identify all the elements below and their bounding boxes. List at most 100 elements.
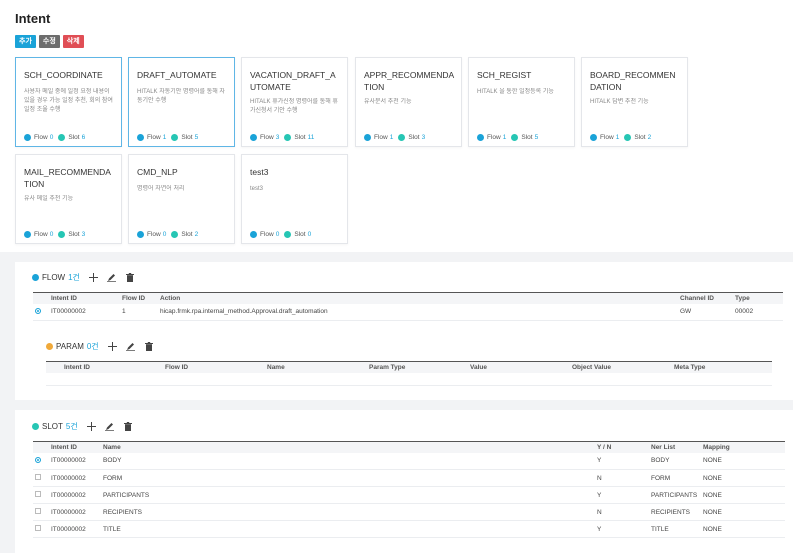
trash-icon[interactable] [144, 342, 154, 352]
flow-icon [32, 274, 39, 281]
edit-icon[interactable] [107, 273, 117, 283]
checkbox-icon[interactable] [35, 525, 41, 531]
edit-icon[interactable] [105, 422, 115, 432]
table-row[interactable]: IT00000002 RECIPIENTS N RECIPIENTS NONE [33, 503, 785, 521]
row-select[interactable] [33, 486, 49, 504]
radio-selected-icon[interactable] [35, 307, 41, 314]
card-footer: Flow 0 Slot 0 [250, 231, 316, 238]
slot-count: 5건 [65, 422, 78, 431]
intent-id-cell: IT00000002 [49, 486, 101, 504]
card-title: BOARD_RECOMMENDATION [590, 70, 676, 92]
intent-card[interactable]: SCH_REGIST HITALK 을 통한 일정등록 기능 Flow 1 Slo… [468, 57, 575, 147]
trash-icon[interactable] [125, 273, 135, 283]
add-icon[interactable] [108, 342, 118, 352]
table-row[interactable]: IT00000002 TITLE Y TITLE NONE [33, 520, 785, 538]
checkbox-icon[interactable] [35, 508, 41, 514]
card-title: APPR_RECOMMENDATION [364, 70, 455, 92]
edit-button[interactable]: 수정 [38, 35, 60, 48]
row-select[interactable] [33, 503, 49, 521]
add-button[interactable]: 추가 [15, 35, 36, 48]
ner-list-cell: RECIPIENTS [649, 503, 701, 521]
slot-count: 5 [534, 134, 539, 141]
card-description: HITALK 휴가신청 명령어를 통해 휴가신청서 기안 수행 [250, 99, 338, 114]
mapping-cell: NONE [701, 520, 785, 538]
card-description: HITALK 답변 추천 기능 [590, 99, 649, 105]
param-table: Intent ID Flow ID Name Param Type Value … [46, 361, 772, 386]
empty-cell [46, 372, 772, 386]
column-header: Object Value [570, 361, 672, 373]
action-buttons: 추가 수정 삭제 [15, 35, 84, 48]
card-description: 유사문서 추천 기능 [364, 99, 412, 105]
intent-id-cell: IT00000002 [49, 452, 101, 470]
column-header: Ner List [649, 441, 701, 453]
intent-card[interactable]: APPR_RECOMMENDATION 유사문서 추천 기능 Flow 1 Slo… [355, 57, 462, 147]
intent-card[interactable]: VACATION_DRAFT_AUTOMATE HITALK 휴가신청 명령어를… [241, 57, 348, 147]
intent-card[interactable]: DRAFT_AUTOMATE HITALK 자동기안 명령어를 통해 자동기안 … [128, 57, 235, 147]
param-count: 0건 [86, 342, 99, 351]
delete-button[interactable]: 삭제 [62, 35, 84, 48]
intent-card[interactable]: MAIL_RECOMMENDATION 유사 메일 추천 기능 Flow 0 Sl… [15, 154, 122, 244]
row-select[interactable] [33, 303, 49, 321]
flow-panel: FLOW 1건 Intent ID Flow ID Action Channel… [15, 262, 793, 400]
slot-count: 2 [647, 134, 652, 141]
flow-icon [24, 134, 31, 141]
row-select[interactable] [33, 520, 49, 538]
table-row[interactable]: IT00000002 PARTICIPANTS Y PARTICIPANTS N… [33, 486, 785, 504]
name-cell: BODY [101, 452, 595, 470]
mapping-cell: NONE [701, 503, 785, 521]
table-row[interactable]: IT00000002 FORM N FORM NONE [33, 469, 785, 487]
column-header: Intent ID [49, 441, 101, 453]
column-header: Intent ID [49, 292, 120, 304]
flow-header: FLOW 1건 [32, 272, 135, 283]
slot-count: 3 [81, 231, 86, 238]
add-icon[interactable] [89, 273, 99, 283]
edit-icon[interactable] [126, 342, 136, 352]
checkbox-icon[interactable] [35, 474, 41, 480]
table-header-row: Intent ID Name Y / N Ner List Mapping [33, 441, 785, 453]
column-header: Channel ID [678, 292, 733, 304]
slot-label: Slot [68, 134, 80, 141]
flow-count: 1 [389, 134, 394, 141]
slot-icon [58, 134, 66, 141]
column-header: Param Type [367, 361, 468, 373]
slot-icon [511, 134, 519, 141]
intent-card[interactable]: test3 test3 Flow 0 Slot 0 [241, 154, 348, 244]
mapping-cell: NONE [701, 486, 785, 504]
slot-count: 3 [421, 134, 426, 141]
column-header: Name [265, 361, 367, 373]
card-footer: Flow 1 Slot 3 [364, 134, 430, 141]
flow-count: 0 [275, 231, 280, 238]
flow-icon [364, 134, 371, 141]
slot-label: Slot [68, 231, 80, 238]
card-description: 사용자 메일 중에 일정 요청 내용이 있을 경우 가능 일정 추천, 회의 참… [24, 89, 113, 113]
flow-label: Flow [34, 134, 48, 141]
card-title: DRAFT_AUTOMATE [137, 70, 217, 80]
slot-label: Slot [294, 134, 306, 141]
slot-count: 2 [194, 231, 199, 238]
flow-id-cell: 1 [120, 303, 158, 321]
name-cell: FORM [101, 469, 595, 487]
intent-card[interactable]: BOARD_RECOMMENDATION HITALK 답변 추천 기능 Flo… [581, 57, 688, 147]
flow-label: Flow [34, 231, 48, 238]
row-select[interactable] [33, 469, 49, 487]
flow-label: Flow [147, 231, 161, 238]
row-select[interactable] [33, 452, 49, 470]
flow-label: Flow [600, 134, 614, 141]
table-row[interactable]: IT00000002 BODY Y BODY NONE [33, 452, 785, 470]
param-header: PARAM 0건 [46, 341, 154, 352]
flow-icon [137, 231, 144, 238]
slot-table: Intent ID Name Y / N Ner List Mapping IT… [33, 441, 785, 538]
column-header: Type [733, 292, 783, 304]
intent-card[interactable]: SCH_COORDINATE 사용자 메일 중에 일정 요청 내용이 있을 경우… [15, 57, 122, 147]
card-title: SCH_COORDINATE [24, 70, 103, 80]
column-header: Meta Type [672, 361, 772, 373]
radio-selected-icon[interactable] [35, 456, 41, 463]
type-cell: 00002 [733, 303, 783, 321]
intent-card[interactable]: CMD_NLP 명령어 자연어 처리 Flow 0 Slot 2 [128, 154, 235, 244]
table-row[interactable]: IT00000002 1 hicap.frmk.rpa.internal_met… [33, 303, 783, 321]
card-description: HITALK 자동기안 명령어를 통해 자동기안 수행 [137, 89, 225, 104]
add-icon[interactable] [87, 422, 97, 432]
checkbox-icon[interactable] [35, 491, 41, 497]
select-column-header [46, 361, 62, 373]
trash-icon[interactable] [123, 422, 133, 432]
